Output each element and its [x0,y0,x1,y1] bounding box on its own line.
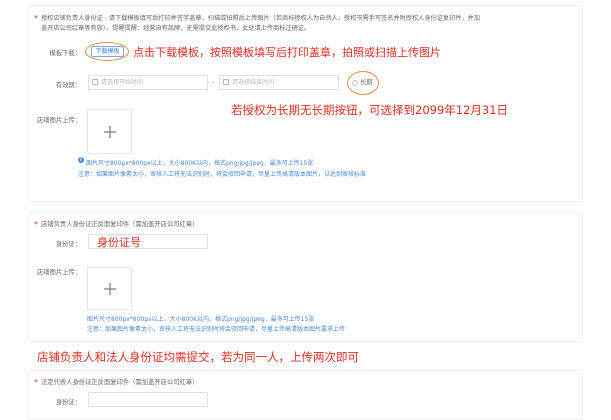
legal-rep-id-title: 法定代表人身份证正反面复印件（需加盖开店公司红章） [41,379,199,386]
annotation-long-term: 若授权为长期无长期按钮，可选择到2099年12月31日 [231,103,509,117]
calendar-icon [92,79,98,85]
required-mark: * [34,220,38,229]
upload-hint-line1: 图片尺寸800px*800px以上，大小800K以内，格式png/jpg/jpe… [87,316,315,323]
info-icon: i [78,157,84,163]
id-label: 身份证： [55,399,81,406]
upload-hint-line2: 注意：如果图片像素太小，审核人工将无法识别时，将会驳回申请，尽量上传高清版本图片… [78,171,367,178]
image-upload-box[interactable] [87,109,132,154]
authorization-instruction-line2: 盖开店公司红章等有效）。提醒提醒：经营自有品牌，无需提交此授权书，此处请上传商标… [41,25,311,32]
date-end-placeholder: 请选择结束时间 [232,79,275,86]
legal-rep-id-input[interactable] [88,392,208,407]
calendar-icon [223,79,229,85]
upload-hint-line2: 注意：如果图片像素太小，审核人工将无法识别时将会驳回申请，尽量上传高清版本图片要… [87,326,346,333]
validity-label: 有效期： [55,82,81,89]
annotation-both-ids: 店铺负责人和法人身份证均需提交，若为同一人，上传两次即可 [37,350,359,364]
authorization-section: * 授权店铺负责人身份证 · 请下载模板填写后打印并签字盖章，扫描或拍照后上传图… [28,5,583,202]
long-term-label[interactable]: 长期 [360,79,373,87]
download-template-button[interactable]: 下载模板 [91,46,124,57]
manager-id-title: 店铺负责人身份证正反面复印件（需加盖开店公司红章） [41,221,199,228]
long-term-radio[interactable] [352,80,358,86]
annotation-id: 身份证号 [97,236,141,249]
plus-icon [103,282,116,295]
manager-id-section: * 店铺负责人身份证正反面复印件（需加盖开店公司红章） 身份证： 身份证号 店铺… [28,212,583,342]
required-mark: * [34,378,38,387]
date-start-input[interactable]: 请选择开始时间 [88,75,208,90]
upload-hint-line1: 图片尺寸800px*800px以上，大小800K以内，格式png/jpg/jpe… [86,160,314,167]
date-separator: - [212,79,215,86]
template-download-label: 模板下载： [49,50,81,57]
legal-rep-id-section: * 法定代表人身份证正反面复印件（需加盖开店公司红章） 身份证： [28,370,583,420]
authorization-instruction-line1: 授权店铺负责人身份证 · 请下载模板填写后打印并签字盖章，扫描或拍照后上传图片（… [41,15,481,22]
id-label: 身份证： [55,241,81,248]
image-upload-box[interactable] [87,267,132,310]
required-mark: * [34,14,38,23]
date-start-placeholder: 请选择开始时间 [101,79,144,86]
annotation-template: 点击下载模板，按照模板填写后打印盖章，拍照或扫描上传图片 [133,46,441,59]
date-end-input[interactable]: 请选择结束时间 [219,75,339,90]
plus-icon [103,125,116,138]
image-upload-label: 店铺图片上传： [36,269,81,276]
image-upload-label: 店铺图片上传： [36,117,81,124]
